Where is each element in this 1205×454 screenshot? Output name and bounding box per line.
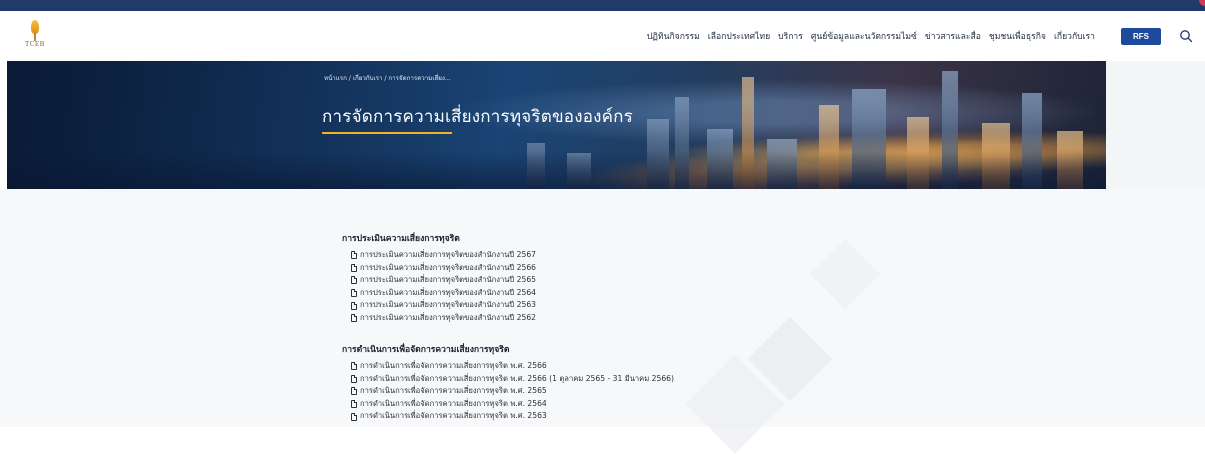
- document-link[interactable]: การประเมินความเสี่ยงการทุจริตของสำนักงาน…: [360, 287, 536, 300]
- document-link[interactable]: การประเมินความเสี่ยงการทุจริตของสำนักงาน…: [360, 299, 536, 312]
- rfs-button[interactable]: RFS: [1121, 28, 1161, 45]
- list-item[interactable]: การประเมินความเสี่ยงการทุจริตของสำนักงาน…: [351, 299, 536, 312]
- list-item[interactable]: การดำเนินการเพื่อจัดการความเสี่ยงการทุจร…: [351, 373, 674, 386]
- tceb-logo[interactable]: TCEB: [20, 20, 50, 52]
- document-icon: [351, 301, 357, 310]
- main-nav: ปฏิทินกิจกรรม เลือกประเทศไทย บริการ ศูนย…: [647, 11, 1095, 61]
- banner-side-panel: [1106, 61, 1205, 189]
- nav-item-mice-intelligence[interactable]: ศูนย์ข้อมูลและนวัตกรรมไมซ์: [811, 29, 917, 43]
- document-link[interactable]: การดำเนินการเพื่อจัดการความเสี่ยงการทุจร…: [360, 360, 547, 373]
- document-icon: [351, 374, 357, 383]
- corner-accent: [1199, 0, 1205, 6]
- risk-assessment-section: การประเมินความเสี่ยงการทุจริต การประเมิน…: [342, 231, 536, 325]
- decorative-shape: [809, 238, 881, 310]
- nav-item-business-community[interactable]: ชุมชนเพื่อธุรกิจ: [989, 29, 1046, 43]
- flame-icon: [31, 20, 39, 34]
- document-list: การประเมินความเสี่ยงการทุจริตของสำนักงาน…: [342, 249, 536, 325]
- nav-item-about-us[interactable]: เกี่ยวกับเรา: [1054, 29, 1095, 43]
- list-item[interactable]: การดำเนินการเพื่อจัดการความเสี่ยงการทุจร…: [351, 385, 674, 398]
- nav-item-calendar[interactable]: ปฏิทินกิจกรรม: [647, 29, 700, 43]
- search-icon[interactable]: [1179, 29, 1193, 43]
- document-link[interactable]: การดำเนินการเพื่อจัดการความเสี่ยงการทุจร…: [360, 398, 547, 411]
- document-link[interactable]: การดำเนินการเพื่อจัดการความเสี่ยงการทุจร…: [360, 385, 547, 398]
- list-item[interactable]: การประเมินความเสี่ยงการทุจริตของสำนักงาน…: [351, 249, 536, 262]
- document-icon: [351, 412, 357, 421]
- list-item[interactable]: การประเมินความเสี่ยงการทุจริตของสำนักงาน…: [351, 262, 536, 275]
- document-link[interactable]: การดำเนินการเพื่อจัดการความเสี่ยงการทุจร…: [360, 373, 674, 386]
- document-icon: [351, 387, 357, 396]
- document-icon: [351, 251, 357, 260]
- list-item[interactable]: การประเมินความเสี่ยงการทุจริตของสำนักงาน…: [351, 287, 536, 300]
- list-item[interactable]: การประเมินความเสี่ยงการทุจริตของสำนักงาน…: [351, 312, 536, 325]
- list-item[interactable]: การดำเนินการเพื่อจัดการความเสี่ยงการทุจร…: [351, 360, 674, 373]
- document-icon: [351, 263, 357, 272]
- top-strip: [0, 0, 1205, 11]
- section-heading: การประเมินความเสี่ยงการทุจริต: [342, 234, 460, 244]
- document-icon: [351, 289, 357, 298]
- document-link[interactable]: การดำเนินการเพื่อจัดการความเสี่ยงการทุจร…: [360, 410, 547, 423]
- breadcrumb[interactable]: หน้าแรก / เกี่ยวกับเรา / การจัดการความเส…: [324, 73, 451, 83]
- document-icon: [351, 362, 357, 371]
- list-item[interactable]: การดำเนินการเพื่อจัดการความเสี่ยงการทุจร…: [351, 398, 674, 411]
- nav-item-choose-thailand[interactable]: เลือกประเทศไทย: [708, 29, 770, 43]
- site-header: TCEB ปฏิทินกิจกรรม เลือกประเทศไทย บริการ…: [0, 11, 1205, 61]
- document-link[interactable]: การประเมินความเสี่ยงการทุจริตของสำนักงาน…: [360, 249, 536, 262]
- document-link[interactable]: การประเมินความเสี่ยงการทุจริตของสำนักงาน…: [360, 262, 536, 275]
- logo-text: TCEB: [25, 40, 45, 48]
- section-heading: การดำเนินการเพื่อจัดการความเสี่ยงการทุจร…: [342, 345, 510, 355]
- list-item[interactable]: การดำเนินการเพื่อจัดการความเสี่ยงการทุจร…: [351, 410, 674, 423]
- risk-management-section: การดำเนินการเพื่อจัดการความเสี่ยงการทุจร…: [342, 342, 674, 423]
- document-icon: [351, 276, 357, 285]
- list-item[interactable]: การประเมินความเสี่ยงการทุจริตของสำนักงาน…: [351, 274, 536, 287]
- document-link[interactable]: การประเมินความเสี่ยงการทุจริตของสำนักงาน…: [360, 274, 536, 287]
- document-link[interactable]: การประเมินความเสี่ยงการทุจริตของสำนักงาน…: [360, 312, 536, 325]
- nav-item-news-media[interactable]: ข่าวสารและสื่อ: [925, 29, 981, 43]
- title-underline: [322, 132, 452, 134]
- document-icon: [351, 400, 357, 409]
- nav-item-services[interactable]: บริการ: [778, 29, 803, 43]
- document-icon: [351, 314, 357, 323]
- page-title: การจัดการความเสี่ยงการทุจริตขององค์กร: [322, 107, 634, 127]
- document-list: การดำเนินการเพื่อจัดการความเสี่ยงการทุจร…: [342, 360, 674, 423]
